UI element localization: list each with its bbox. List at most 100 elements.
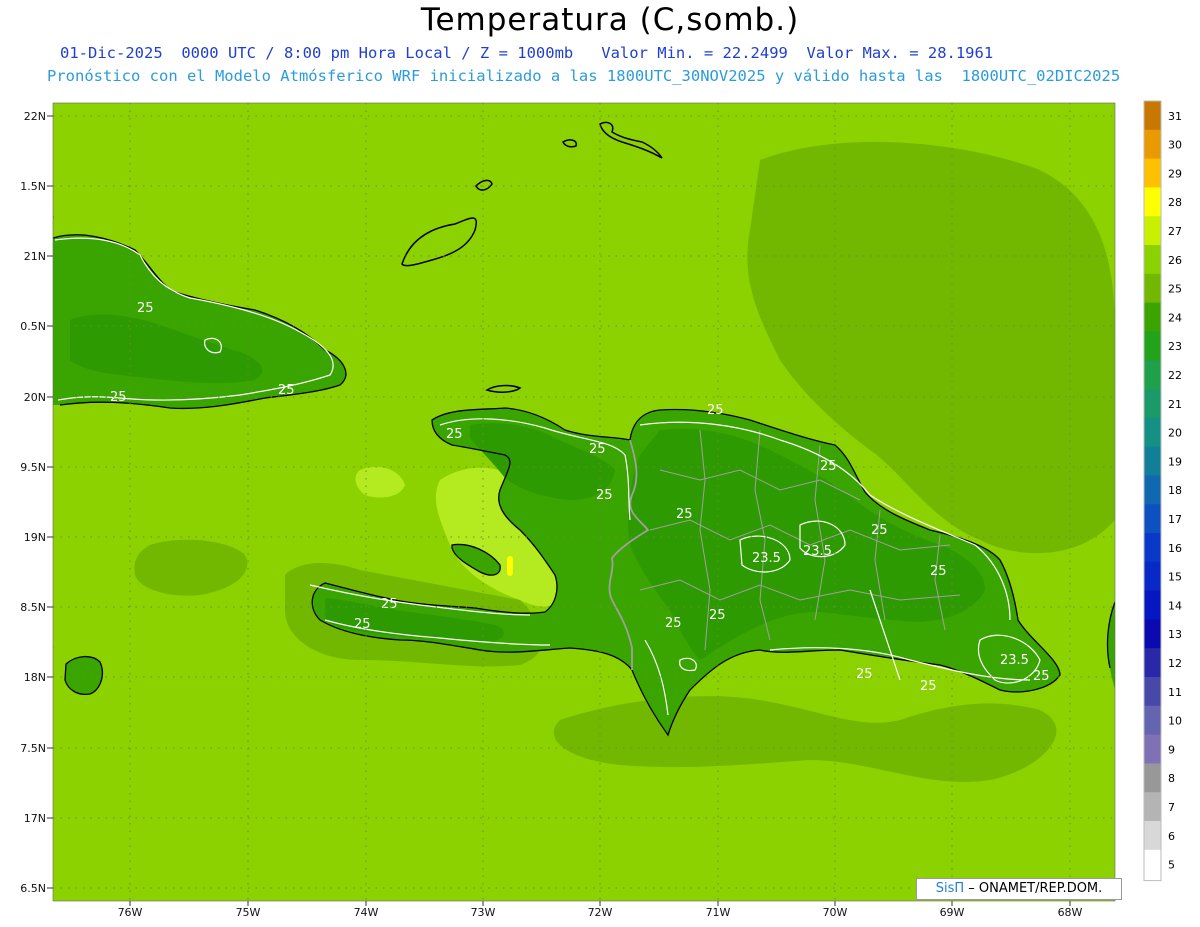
contour-label: 25 [920, 679, 937, 694]
color-bar-label: 29 [1168, 167, 1182, 180]
color-bar-swatch [1144, 763, 1161, 793]
color-bar-swatch [1144, 705, 1161, 736]
latitude-tick-label: 19N [24, 531, 46, 544]
contour-label: 23.5 [752, 551, 781, 566]
color-bar-swatch [1144, 417, 1161, 448]
longitude-tick-label: 75W [236, 906, 261, 919]
color-bar-swatch [1144, 734, 1161, 764]
color-bar-swatch [1144, 331, 1161, 361]
color-bar-swatch [1144, 821, 1161, 851]
color-bar-label: 6 [1168, 830, 1175, 843]
color-bar-swatch [1144, 475, 1161, 505]
contour-label: 25 [137, 301, 154, 316]
map-plot-area: 25 25 25 25 25 25 25 25 25 23.5 23.5 25 … [53, 103, 1115, 901]
contour-label: 25 [930, 564, 947, 579]
color-bar-label: 15 [1168, 571, 1182, 584]
color-bar-swatch [1144, 792, 1161, 822]
latitude-tick-label: 20N [24, 391, 46, 404]
contour-label: 25 [709, 608, 726, 623]
color-bar-label: 31 [1168, 110, 1182, 123]
longitude-tick-label: 68W [1058, 906, 1083, 919]
latitude-tick-label: 21N [24, 250, 46, 263]
color-bar-label: 30 [1168, 139, 1182, 152]
contour-label: 25 [381, 597, 398, 612]
longitude-tick-label: 74W [354, 906, 379, 919]
contour-label: 25 [871, 523, 888, 538]
color-bar-label: 8 [1168, 772, 1175, 785]
color-bar-label: 18 [1168, 484, 1182, 497]
contour-label: 25 [446, 427, 463, 442]
longitude-axis: 76W 75W 74W 73W 72W 71W 70W 69W 68W [118, 901, 1083, 919]
contour-label: 25 [110, 390, 127, 405]
latitude-tick-label: 1.5N [20, 180, 46, 193]
credit-text: – ONAMET/REP.DOM. [968, 881, 1103, 896]
color-scale-bar: 31 30 29 28 27 26 25 24 23 22 21 20 19 18 17 16 15 14 13 12… [1143, 100, 1182, 882]
color-bar-swatch [1144, 360, 1161, 390]
contour-label: 25 [665, 616, 682, 631]
color-bar-label: 11 [1168, 686, 1182, 699]
latitude-tick-label: 17N [24, 812, 46, 825]
color-bar-swatch [1144, 590, 1161, 620]
contour-label: 25 [707, 403, 724, 418]
latitude-tick-label: 0.5N [20, 320, 46, 333]
longitude-tick-label: 71W [706, 906, 731, 919]
contour-label: 25 [1033, 669, 1050, 684]
color-bar-swatch [1144, 245, 1161, 275]
temperature-map: 25 25 25 25 25 25 25 25 25 23.5 23.5 25 … [20, 100, 1182, 919]
color-bar-label: 10 [1168, 715, 1182, 728]
color-bar-swatch [1144, 158, 1161, 188]
color-bar-swatch [1144, 129, 1161, 160]
color-bar-label: 9 [1168, 743, 1175, 756]
color-bar-label: 21 [1168, 398, 1182, 411]
contour-label: 23.5 [803, 544, 832, 559]
color-bar-label: 20 [1168, 427, 1182, 440]
color-bar-label: 25 [1168, 283, 1182, 296]
longitude-tick-label: 69W [940, 906, 965, 919]
color-bar-swatch [1144, 504, 1161, 534]
latitude-axis: 22N 1.5N 21N 0.5N 20N 9.5N 19N 8.5N 18N 7.5N 17N 6.… [20, 110, 53, 895]
longitude-tick-label: 76W [118, 906, 143, 919]
latitude-tick-label: 22N [24, 110, 46, 123]
contour-label: 25 [589, 442, 606, 457]
contour-label: 25 [278, 383, 295, 398]
color-bar-swatch [1144, 187, 1161, 217]
color-bar-swatch [1144, 389, 1161, 419]
latitude-tick-label: 8.5N [20, 601, 46, 614]
latitude-tick-label: 9.5N [20, 461, 46, 474]
color-bar-label: 24 [1168, 311, 1182, 324]
color-bar-swatch [1144, 533, 1161, 563]
color-bar-swatch [1144, 561, 1161, 592]
longitude-tick-label: 73W [471, 906, 496, 919]
contour-label: 23.5 [1000, 653, 1029, 668]
contour-label: 25 [676, 507, 693, 522]
color-bar-label: 16 [1168, 542, 1182, 555]
hot-spot [507, 556, 513, 576]
color-bar-label: 19 [1168, 455, 1182, 468]
credit-box: SisΠ – ONAMET/REP.DOM. [916, 878, 1122, 900]
color-bar-label: 28 [1168, 196, 1182, 209]
color-bar-swatch [1144, 677, 1161, 707]
color-bar-swatch [1144, 648, 1161, 678]
color-bar-label: 14 [1168, 599, 1182, 612]
color-bar-label: 22 [1168, 369, 1182, 382]
color-bar-swatch [1144, 101, 1161, 131]
color-bar-swatch [1144, 302, 1161, 332]
color-bar-label: 13 [1168, 628, 1182, 641]
color-bar-label: 7 [1168, 801, 1175, 814]
contour-label: 25 [354, 617, 371, 632]
color-bar-swatch [1144, 273, 1161, 304]
sispi-logo-text: SisΠ [935, 881, 965, 896]
color-bar-swatch [1144, 446, 1161, 476]
color-bar-swatch [1144, 619, 1161, 649]
color-bar-swatch [1144, 849, 1161, 880]
longitude-tick-label: 72W [588, 906, 613, 919]
color-bar-label: 27 [1168, 225, 1182, 238]
longitude-tick-label: 70W [823, 906, 848, 919]
latitude-tick-label: 7.5N [20, 742, 46, 755]
contour-label: 25 [596, 488, 613, 503]
color-bar-label: 5 [1168, 859, 1175, 872]
latitude-tick-label: 6.5N [20, 882, 46, 895]
latitude-tick-label: 18N [24, 671, 46, 684]
color-bar-label: 26 [1168, 254, 1182, 267]
color-bar-swatch [1144, 216, 1161, 246]
